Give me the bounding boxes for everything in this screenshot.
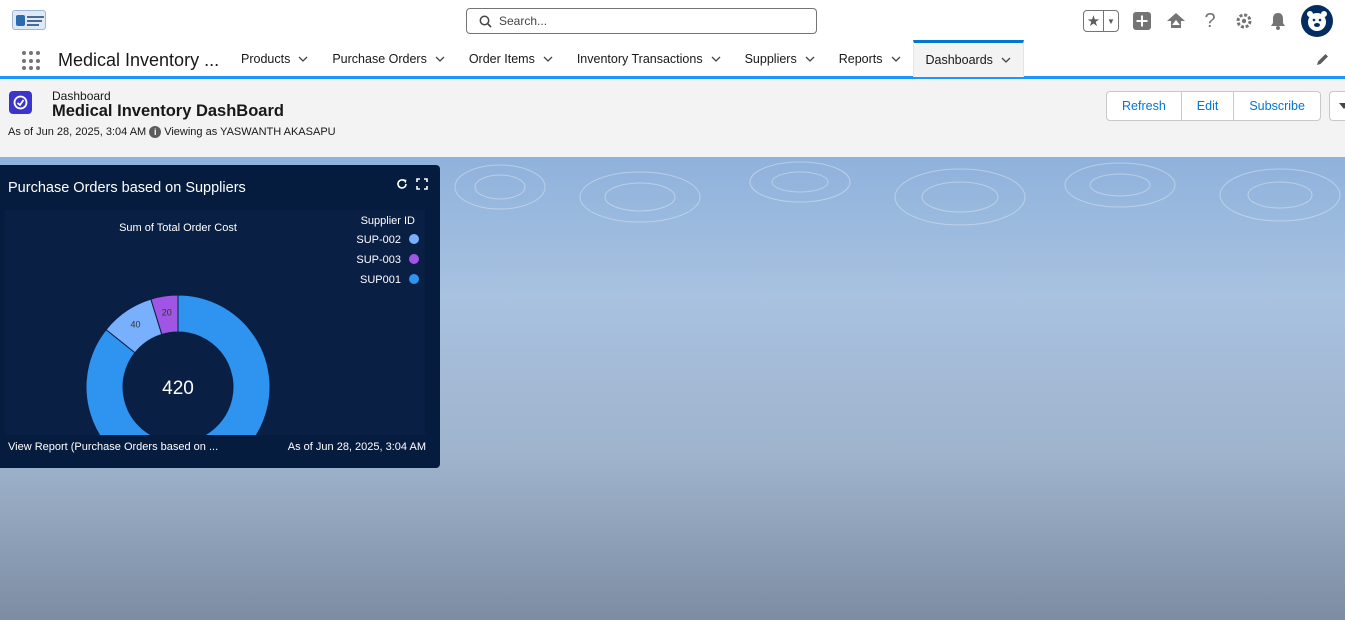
legend-item-sup001[interactable]: SUP001 (360, 274, 401, 286)
chart-title: Sum of Total Order Cost (119, 222, 237, 234)
tab-label: Products (241, 52, 291, 66)
caret-down-icon[interactable]: ▼ (1104, 11, 1118, 31)
star-icon[interactable]: ★ (1084, 11, 1104, 31)
global-search[interactable] (466, 8, 817, 34)
chevron-down-icon[interactable] (298, 54, 308, 64)
org-logo[interactable] (12, 10, 46, 30)
bell-icon[interactable] (1267, 10, 1289, 32)
chevron-down-icon[interactable] (891, 54, 901, 64)
tab-label: Reports (838, 52, 883, 66)
widget-title: Purchase Orders based on Suppliers (8, 180, 246, 196)
nav-tabs: Products Purchase Orders Order Items Inv… (229, 40, 1024, 77)
dashboard-subtitle: As of Jun 28, 2025, 3:04 AM i Viewing as… (8, 126, 336, 138)
chevron-down-icon[interactable] (543, 54, 553, 64)
widget-actions (396, 177, 428, 195)
tab-label: Purchase Orders (332, 52, 427, 66)
legend-swatch (409, 234, 419, 244)
tab-label: Order Items (468, 52, 535, 66)
tab-suppliers[interactable]: Suppliers (733, 42, 827, 76)
app-nav-bar: Medical Inventory ... Products Purchase … (0, 40, 1345, 79)
tab-purchase-orders[interactable]: Purchase Orders (320, 42, 456, 76)
chevron-down-icon[interactable] (805, 54, 815, 64)
tab-products[interactable]: Products (229, 42, 320, 76)
chevron-down-icon[interactable] (711, 54, 721, 64)
user-avatar[interactable] (1301, 5, 1333, 37)
dashboard-header: Dashboard Medical Inventory DashBoard As… (0, 82, 1345, 157)
legend-swatch (409, 254, 419, 264)
chevron-down-icon[interactable] (435, 54, 445, 64)
chart-total: 420 (162, 378, 194, 399)
plus-icon[interactable] (1131, 10, 1153, 32)
refresh-button[interactable]: Refresh (1106, 91, 1182, 121)
tab-reports[interactable]: Reports (827, 42, 913, 76)
legend-title: Supplier ID (361, 215, 415, 227)
more-actions-button[interactable] (1328, 91, 1345, 121)
dashboard-icon (9, 91, 32, 114)
edit-button[interactable]: Edit (1180, 91, 1235, 121)
chevron-down-icon[interactable] (1001, 55, 1011, 65)
trailhead-icon[interactable] (1165, 10, 1187, 32)
tab-label: Dashboards (925, 53, 993, 67)
donut-chart: Sum of Total Order Cost3604020420Supplie… (85, 215, 419, 480)
refresh-icon[interactable] (396, 177, 408, 195)
expand-icon[interactable] (416, 177, 428, 195)
tab-order-items[interactable]: Order Items (457, 42, 565, 76)
slice-label: 40 (130, 320, 140, 330)
gear-icon[interactable] (1233, 10, 1255, 32)
slice-label: 20 (162, 307, 172, 317)
tab-inventory-transactions[interactable]: Inventory Transactions (565, 42, 733, 76)
search-icon (479, 15, 492, 28)
legend-swatch (409, 274, 419, 284)
legend-item-sup-003[interactable]: SUP-003 (356, 254, 401, 266)
global-header: ★ ▼ ? (0, 0, 1345, 42)
dashboard-actions: Refresh Edit Subscribe (1106, 91, 1345, 121)
info-icon[interactable]: i (149, 126, 162, 138)
chart-widget: Purchase Orders based on Suppliers Sum o… (0, 165, 440, 480)
tab-dashboards[interactable]: Dashboards (912, 40, 1024, 77)
app-name: Medical Inventory ... (58, 50, 220, 70)
tab-label: Inventory Transactions (576, 52, 703, 66)
view-report-link[interactable]: View Report (Purchase Orders based on ..… (8, 441, 218, 453)
header-utility-icons: ★ ▼ ? (1083, 5, 1333, 37)
help-icon[interactable]: ? (1199, 10, 1221, 32)
subscribe-button[interactable]: Subscribe (1233, 91, 1321, 121)
page-title: Medical Inventory DashBoard (52, 102, 284, 120)
favorites-group: ★ ▼ (1083, 10, 1119, 32)
chart-area: Sum of Total Order Cost3604020420Supplie… (5, 210, 425, 480)
caret-down-icon (1338, 103, 1345, 109)
viewing-as-label: Viewing as YASWANTH AKASAPU (164, 126, 336, 138)
app-launcher-icon[interactable] (22, 51, 42, 71)
tab-label: Suppliers (744, 52, 797, 66)
pencil-icon[interactable] (1316, 53, 1329, 71)
widget-as-of: As of Jun 28, 2025, 3:04 AM (287, 441, 426, 453)
as-of-timestamp: As of Jun 28, 2025, 3:04 AM (8, 126, 147, 138)
search-input[interactable] (499, 12, 799, 30)
dashboard-kind-label: Dashboard (52, 89, 111, 103)
legend-item-sup-002[interactable]: SUP-002 (356, 234, 401, 246)
